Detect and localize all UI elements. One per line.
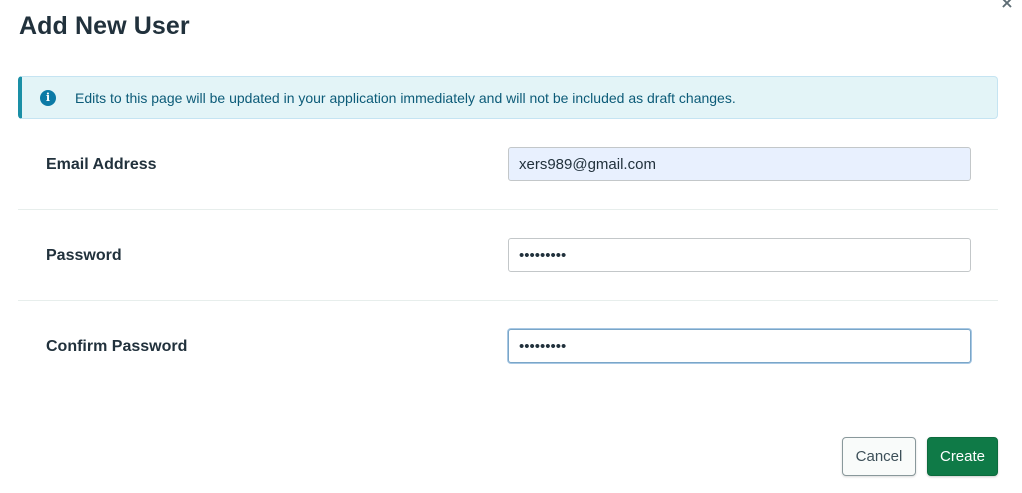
password-field[interactable] bbox=[508, 238, 971, 272]
banner-text: Edits to this page will be updated in yo… bbox=[75, 89, 736, 106]
confirm-password-label: Confirm Password bbox=[46, 338, 188, 355]
modal-title: Add New User bbox=[19, 12, 190, 40]
password-label: Password bbox=[46, 247, 122, 264]
close-icon[interactable]: × bbox=[1000, 0, 1014, 11]
info-icon: i bbox=[40, 89, 56, 106]
confirm-password-field[interactable] bbox=[508, 329, 971, 363]
cancel-button[interactable]: Cancel bbox=[842, 437, 916, 476]
password-row: Password bbox=[18, 210, 998, 301]
email-label: Email Address bbox=[46, 156, 157, 173]
add-user-modal: × Add New User i Edits to this page will… bbox=[0, 0, 1022, 493]
email-row: Email Address bbox=[18, 119, 998, 210]
email-field[interactable] bbox=[508, 147, 971, 181]
confirm-password-row: Confirm Password bbox=[18, 301, 998, 392]
info-banner: i Edits to this page will be updated in … bbox=[18, 76, 998, 119]
create-button[interactable]: Create bbox=[927, 437, 998, 476]
